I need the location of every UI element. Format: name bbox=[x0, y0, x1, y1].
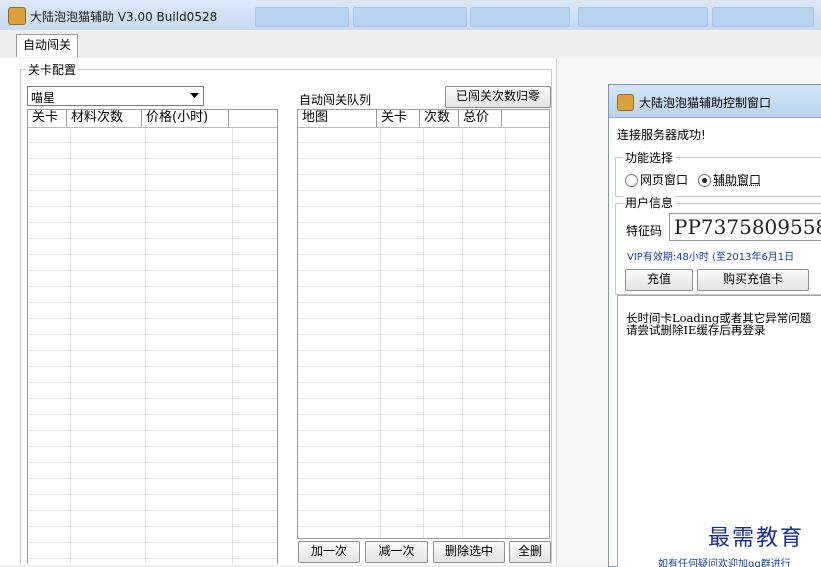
level-config-title: 关卡配置 bbox=[26, 61, 79, 78]
app-icon bbox=[617, 94, 634, 111]
subtract-once-button[interactable]: 减一次 bbox=[365, 541, 428, 563]
taskbar-blur-3 bbox=[470, 7, 570, 27]
queue-table-header: 地图 关卡 次数 总价 bbox=[298, 110, 549, 128]
taskbar-blur-2 bbox=[353, 7, 467, 27]
col-count[interactable]: 次数 bbox=[420, 110, 459, 127]
feature-code-field[interactable]: PP7375809558CA bbox=[669, 213, 821, 241]
queue-title: 自动闯关队列 bbox=[299, 93, 372, 107]
taskbar-blur-5 bbox=[712, 7, 814, 27]
reset-pass-count-button[interactable]: 已闯关次数归零 bbox=[445, 86, 551, 108]
buy-card-button[interactable]: 购买充值卡 bbox=[697, 269, 809, 291]
dialog-title: 大陆泡泡猫辅助控制窗口 bbox=[639, 96, 772, 110]
chevron-down-icon[interactable] bbox=[189, 90, 200, 101]
user-info-title: 用户信息 bbox=[623, 194, 676, 211]
footer-note: 如有任何疑问欢迎加qq群进行 bbox=[658, 559, 791, 567]
control-dialog: 大陆泡泡猫辅助控制窗口 连接服务器成功! 功能选择 网页窗口 辅助窗口 用户信息… bbox=[608, 84, 821, 567]
col-level[interactable]: 关卡 bbox=[377, 110, 420, 127]
col-total[interactable]: 总价 bbox=[459, 110, 502, 127]
title-bar: 大陆泡泡猫辅助 V3.00 Build0528 bbox=[0, 0, 821, 31]
col-material-count[interactable]: 材料次数 bbox=[67, 110, 142, 127]
delete-selected-button[interactable]: 删除选中 bbox=[433, 541, 505, 563]
dialog-title-bar[interactable]: 大陆泡泡猫辅助控制窗口 bbox=[609, 85, 821, 118]
window-title: 大陆泡泡猫辅助 V3.00 Build0528 bbox=[30, 10, 218, 24]
add-once-button[interactable]: 加一次 bbox=[298, 541, 360, 563]
map-select-value: 喵星 bbox=[31, 91, 56, 105]
col-level[interactable]: 关卡 bbox=[28, 110, 67, 127]
level-table-header: 关卡 材料次数 价格(小时) bbox=[28, 110, 277, 128]
function-group-title: 功能选择 bbox=[623, 149, 676, 166]
queue-table[interactable]: 地图 关卡 次数 总价 bbox=[297, 109, 550, 539]
col-map[interactable]: 地图 bbox=[298, 110, 377, 127]
notice-line-2: 请尝试删除IE缓存后再登录 bbox=[626, 323, 766, 337]
level-table[interactable]: 关卡 材料次数 价格(小时) bbox=[27, 109, 278, 564]
feature-code-label: 特征码 bbox=[626, 224, 663, 238]
vip-expiry: VIP有效期:48小时 (至2013年6月1日 bbox=[627, 252, 795, 263]
taskbar-blur-4 bbox=[578, 7, 708, 27]
connection-status: 连接服务器成功! bbox=[617, 128, 706, 142]
recharge-button[interactable]: 充值 bbox=[625, 269, 693, 291]
tab-auto-pass[interactable]: 自动闯关 bbox=[16, 34, 79, 57]
radio-web-window-label[interactable]: 网页窗口 bbox=[640, 171, 688, 188]
col-price[interactable]: 价格(小时) bbox=[142, 110, 229, 127]
radio-helper-window[interactable] bbox=[698, 174, 711, 187]
map-select[interactable]: 喵星 bbox=[27, 86, 204, 106]
radio-web-window[interactable] bbox=[625, 174, 638, 187]
taskbar-blur-1 bbox=[255, 7, 349, 27]
delete-all-button[interactable]: 全删 bbox=[509, 541, 551, 563]
radio-helper-window-label[interactable]: 辅助窗口 bbox=[713, 171, 761, 188]
notice-box: 长时间卡Loading或者其它异常问题 请尝试删除IE缓存后再登录 最需教育 如… bbox=[617, 295, 821, 567]
watermark-text: 最需教育 bbox=[708, 526, 805, 551]
tab-strip bbox=[0, 30, 821, 59]
app-icon bbox=[8, 7, 26, 25]
